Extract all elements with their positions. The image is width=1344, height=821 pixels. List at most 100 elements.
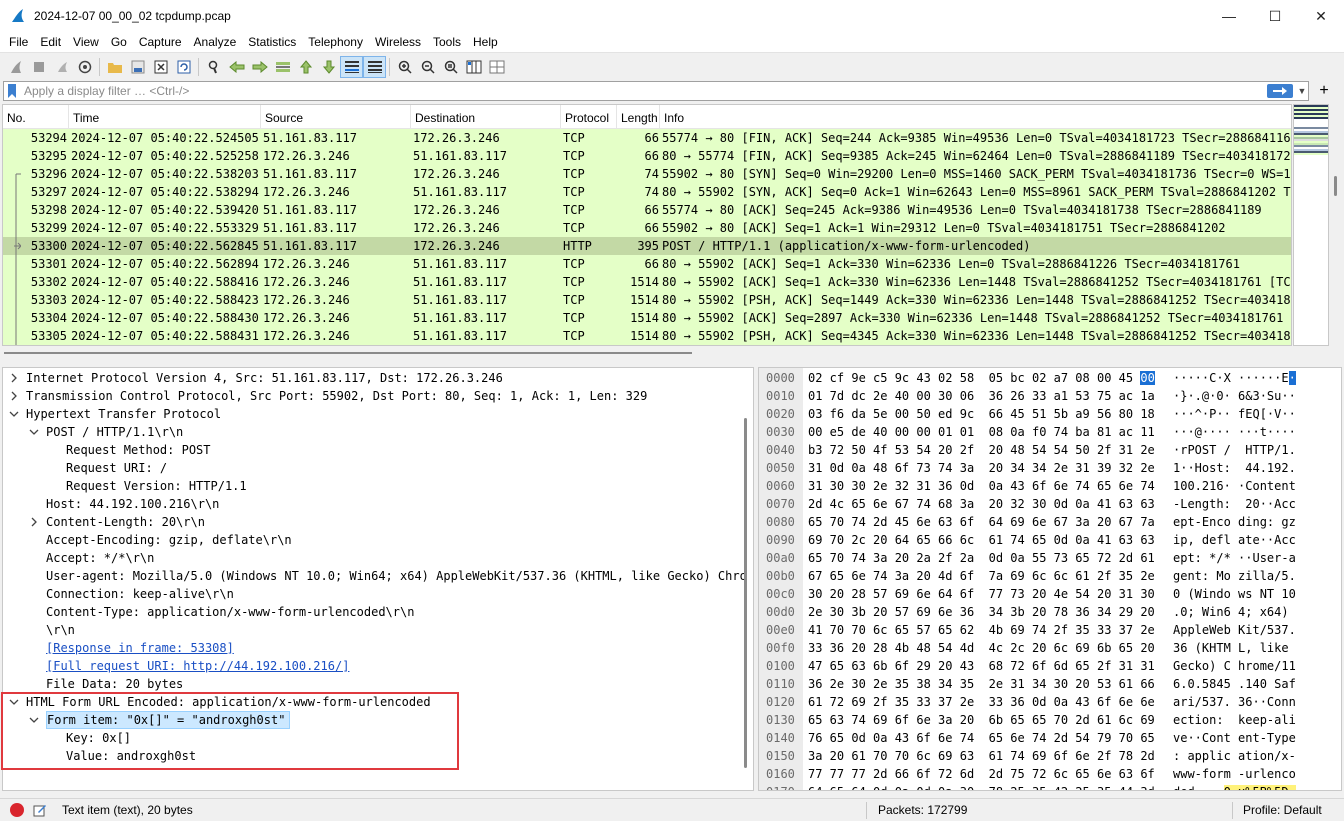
- maximize-button[interactable]: ☐: [1252, 0, 1298, 32]
- hex-row[interactable]: 0020 03 f6 da 5e 00 50 ed 9c 66 45 51 5b …: [759, 405, 1341, 423]
- start-capture-icon[interactable]: [4, 56, 27, 78]
- chevron-right-icon[interactable]: [27, 513, 41, 531]
- packet-row[interactable]: 53299 2024-12-07 05:40:22.553329 51.161.83…: [3, 219, 1291, 237]
- packet-row[interactable]: 53297 2024-12-07 05:40:22.538294 172.26.3.…: [3, 183, 1291, 201]
- menu-file[interactable]: File: [3, 32, 34, 52]
- packet-minimap[interactable]: [1293, 104, 1329, 346]
- packet-row[interactable]: 53302 2024-12-07 05:40:22.588416 172.26.3.…: [3, 273, 1291, 291]
- hex-row[interactable]: 0140 76 65 0d 0a 43 6f 6e 74 65 6e 74 2d …: [759, 729, 1341, 747]
- scrollbar-thumb[interactable]: [4, 352, 692, 354]
- hex-row[interactable]: 00a0 65 70 74 3a 20 2a 2f 2a 0d 0a 55 73 …: [759, 549, 1341, 567]
- hex-row[interactable]: 0030 00 e5 de 40 00 00 01 01 08 0a f0 74 …: [759, 423, 1341, 441]
- packet-row[interactable]: 53294 2024-12-07 05:40:22.524505 51.161.83…: [3, 129, 1291, 147]
- resize-columns-icon[interactable]: [462, 56, 485, 78]
- detail-tree-row[interactable]: Key: 0x[]: [3, 729, 740, 747]
- colorize-icon[interactable]: [363, 55, 386, 78]
- hex-row[interactable]: 0040 b3 72 50 4f 53 54 20 2f 20 48 54 54 …: [759, 441, 1341, 459]
- hex-row[interactable]: 0090 69 70 2c 20 64 65 66 6c 61 74 65 0d …: [759, 531, 1341, 549]
- detail-tree-row[interactable]: File Data: 20 bytes: [3, 675, 740, 693]
- find-packet-icon[interactable]: [202, 56, 225, 78]
- menu-view[interactable]: View: [67, 32, 105, 52]
- packet-list-vertical-scrollbar[interactable]: [1330, 104, 1342, 346]
- column-header-no[interactable]: No.: [3, 105, 69, 129]
- chevron-right-icon[interactable]: [7, 369, 21, 387]
- hex-row[interactable]: 0060 31 30 30 2e 32 31 36 0d 0a 43 6f 6e …: [759, 477, 1341, 495]
- stop-capture-icon[interactable]: [27, 56, 50, 78]
- capture-options-icon[interactable]: [73, 56, 96, 78]
- display-filter-input[interactable]: [18, 82, 1267, 100]
- packet-row[interactable]: 53303 2024-12-07 05:40:22.588423 172.26.3.…: [3, 291, 1291, 309]
- detail-tree-row[interactable]: Form item: "0x[]" = "androxgh0st": [3, 711, 740, 729]
- menu-tools[interactable]: Tools: [427, 32, 467, 52]
- detail-tree-row[interactable]: Content-Type: application/x-www-form-url…: [3, 603, 740, 621]
- hex-row[interactable]: 00e0 41 70 70 6c 65 57 65 62 4b 69 74 2f …: [759, 621, 1341, 639]
- hex-row[interactable]: 0150 3a 20 61 70 70 6c 69 63 61 74 69 6f …: [759, 747, 1341, 765]
- packet-list-horizontal-scrollbar[interactable]: [2, 346, 1342, 360]
- hex-row[interactable]: 00d0 2e 30 3b 20 57 69 6e 36 34 3b 20 78 …: [759, 603, 1341, 621]
- detail-link[interactable]: [Response in frame: 53308]: [46, 639, 234, 657]
- detail-tree-row[interactable]: HTML Form URL Encoded: application/x-www…: [3, 693, 740, 711]
- detail-tree-row[interactable]: Request URI: /: [3, 459, 740, 477]
- hex-row[interactable]: 00f0 33 36 20 28 4b 48 54 4d 4c 2c 20 6c …: [759, 639, 1341, 657]
- hex-row[interactable]: 0170 64 65 64 0d 0a 0d 0a 30 78 25 35 42 …: [759, 783, 1341, 790]
- detail-tree-row[interactable]: Connection: keep-alive\r\n: [3, 585, 740, 603]
- menu-wireless[interactable]: Wireless: [369, 32, 427, 52]
- packet-row[interactable]: 53305 2024-12-07 05:40:22.588431 172.26.3.…: [3, 327, 1291, 345]
- last-packet-icon[interactable]: [317, 56, 340, 78]
- column-header-length[interactable]: Length: [617, 105, 660, 129]
- detail-tree-row[interactable]: [Response in frame: 53308]: [3, 639, 740, 657]
- column-header-time[interactable]: Time: [69, 105, 261, 129]
- detail-link[interactable]: [Full request URI: http://44.192.100.216…: [46, 657, 349, 675]
- detail-tree-row[interactable]: Request Version: HTTP/1.1: [3, 477, 740, 495]
- scrollbar-thumb[interactable]: [744, 418, 747, 768]
- chevron-down-icon[interactable]: [27, 711, 41, 729]
- detail-tree-row[interactable]: Accept: */*\r\n: [3, 549, 740, 567]
- detail-tree-row[interactable]: POST / HTTP/1.1\r\n: [3, 423, 740, 441]
- detail-tree-row[interactable]: Request Method: POST: [3, 441, 740, 459]
- menu-edit[interactable]: Edit: [34, 32, 67, 52]
- hex-row[interactable]: 0100 47 65 63 6b 6f 29 20 43 68 72 6f 6d …: [759, 657, 1341, 675]
- close-button[interactable]: ✕: [1298, 0, 1344, 32]
- hex-row[interactable]: 0120 61 72 69 2f 35 33 37 2e 33 36 0d 0a …: [759, 693, 1341, 711]
- normal-size-icon[interactable]: [439, 56, 462, 78]
- reload-file-icon[interactable]: [172, 56, 195, 78]
- zoom-out-icon[interactable]: [416, 56, 439, 78]
- column-header-protocol[interactable]: Protocol: [561, 105, 617, 129]
- chevron-down-icon[interactable]: [7, 693, 21, 711]
- bookmark-icon[interactable]: [6, 82, 18, 100]
- detail-tree-row[interactable]: Internet Protocol Version 4, Src: 51.161…: [3, 369, 740, 387]
- add-filter-button-icon[interactable]: +: [1314, 81, 1334, 101]
- hex-row[interactable]: 0010 01 7d dc 2e 40 00 30 06 36 26 33 a1 …: [759, 387, 1341, 405]
- status-profile[interactable]: Profile: Default: [1243, 803, 1322, 817]
- go-back-icon[interactable]: [225, 56, 248, 78]
- auto-scroll-icon[interactable]: [340, 55, 363, 78]
- hex-row[interactable]: 0160 77 77 77 2d 66 6f 72 6d 2d 75 72 6c …: [759, 765, 1341, 783]
- detail-tree-row[interactable]: Content-Length: 20\r\n: [3, 513, 740, 531]
- menu-go[interactable]: Go: [105, 32, 133, 52]
- detail-tree-row[interactable]: User-agent: Mozilla/5.0 (Windows NT 10.0…: [3, 567, 747, 585]
- column-header-info[interactable]: Info: [660, 105, 1291, 129]
- column-header-destination[interactable]: Destination: [411, 105, 561, 129]
- chevron-down-icon[interactable]: [27, 423, 41, 441]
- go-forward-icon[interactable]: [248, 56, 271, 78]
- hex-row[interactable]: 0130 65 63 74 69 6f 6e 3a 20 6b 65 65 70 …: [759, 711, 1341, 729]
- open-file-icon[interactable]: [103, 56, 126, 78]
- menu-statistics[interactable]: Statistics: [242, 32, 302, 52]
- chevron-right-icon[interactable]: [7, 387, 21, 405]
- capture-comment-icon[interactable]: [32, 802, 48, 818]
- menu-help[interactable]: Help: [467, 32, 504, 52]
- detail-tree-row[interactable]: \r\n: [3, 621, 740, 639]
- menu-telephony[interactable]: Telephony: [302, 32, 369, 52]
- packet-row[interactable]: 53304 2024-12-07 05:40:22.588430 172.26.3.…: [3, 309, 1291, 327]
- chevron-down-icon[interactable]: [7, 405, 21, 423]
- detail-tree-row[interactable]: [Full request URI: http://44.192.100.216…: [3, 657, 740, 675]
- hex-row[interactable]: 0000 02 cf 9e c5 9c 43 02 58 05 bc 02 a7 …: [759, 369, 1341, 387]
- filter-history-dropdown-icon[interactable]: ▼: [1296, 86, 1308, 96]
- packet-row[interactable]: 53298 2024-12-07 05:40:22.539420 51.161.83…: [3, 201, 1291, 219]
- packet-row[interactable]: 53301 2024-12-07 05:40:22.562894 172.26.3.…: [3, 255, 1291, 273]
- packet-row[interactable]: 53300 2024-12-07 05:40:22.562845 51.161.83…: [3, 237, 1291, 255]
- save-file-icon[interactable]: [126, 56, 149, 78]
- hex-row[interactable]: 0080 65 70 74 2d 45 6e 63 6f 64 69 6e 67 …: [759, 513, 1341, 531]
- detail-tree-row[interactable]: Hypertext Transfer Protocol: [3, 405, 740, 423]
- detail-tree-row[interactable]: Host: 44.192.100.216\r\n: [3, 495, 740, 513]
